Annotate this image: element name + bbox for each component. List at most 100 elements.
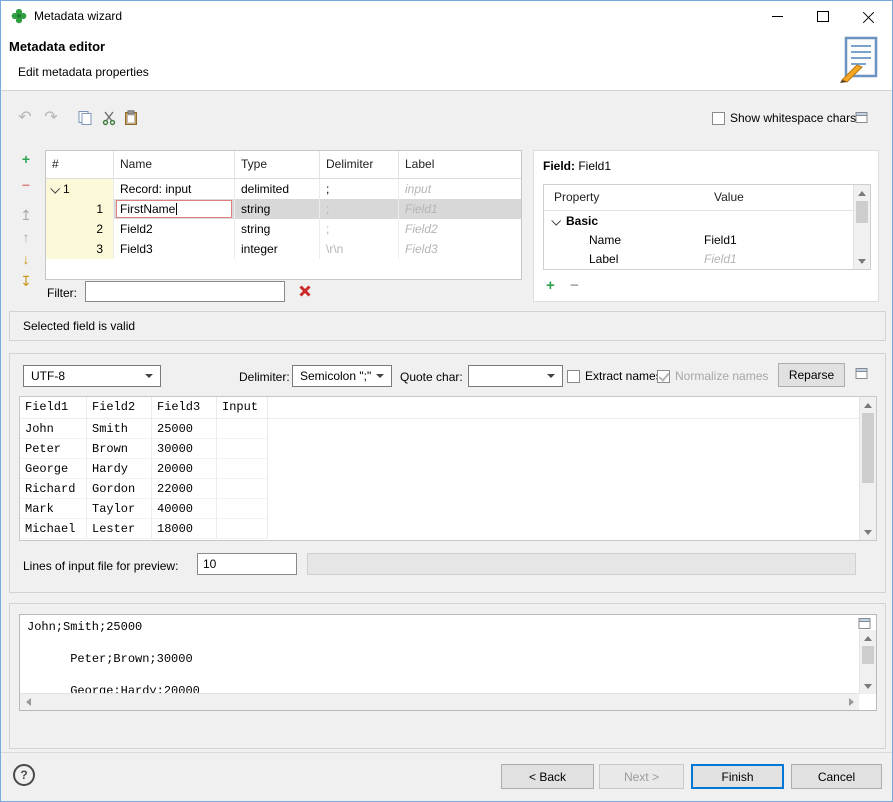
row-num-cell[interactable]: 3: [46, 239, 114, 259]
raw-input-preview[interactable]: John;Smith;25000 Peter;Brown;30000 Georg…: [19, 614, 877, 711]
raw-horizontal-scrollbar[interactable]: [20, 693, 859, 710]
preview-col-header: Input: [217, 397, 268, 418]
scroll-down-icon[interactable]: [860, 678, 876, 694]
scroll-thumb[interactable]: [862, 413, 874, 483]
row-num-cell[interactable]: 2: [46, 219, 114, 239]
scroll-down-icon[interactable]: [854, 253, 870, 269]
col-header-name[interactable]: Name: [114, 151, 235, 178]
charset-select[interactable]: UTF-8: [23, 365, 161, 387]
extract-names-checkbox[interactable]: Extract names: [567, 369, 662, 383]
cancel-button[interactable]: Cancel: [791, 764, 882, 789]
table-row[interactable]: 2 Field2 string ; Field2: [46, 219, 521, 239]
col-header-num[interactable]: #: [46, 151, 114, 178]
basic-expander-icon[interactable]: [551, 215, 562, 226]
remove-property-button[interactable]: −: [570, 277, 579, 294]
scroll-up-icon[interactable]: [854, 185, 870, 201]
lines-preview-input[interactable]: [197, 553, 297, 575]
row-name-cell[interactable]: Field3: [114, 239, 235, 259]
basic-group-row[interactable]: Basic: [544, 211, 870, 231]
minimize-icon: [771, 15, 783, 17]
row-name-cell[interactable]: Field2: [114, 219, 235, 239]
move-down-button[interactable]: ↓: [15, 249, 37, 269]
row-label-cell[interactable]: Field1: [399, 199, 521, 219]
col-header-type[interactable]: Type: [235, 151, 320, 178]
table-row[interactable]: 3 Field3 integer \r\n Field3: [46, 239, 521, 259]
property-row[interactable]: Name Field1: [544, 231, 870, 250]
back-button[interactable]: < Back: [501, 764, 594, 789]
property-value[interactable]: Field1: [704, 231, 737, 250]
record-delimiter-cell[interactable]: ;: [320, 179, 399, 199]
col-header-delimiter[interactable]: Delimiter: [320, 151, 399, 178]
redo-button[interactable]: ↷: [41, 108, 61, 128]
scroll-up-icon[interactable]: [860, 630, 876, 646]
finish-button[interactable]: Finish: [691, 764, 784, 789]
scroll-up-icon[interactable]: [860, 397, 876, 413]
show-whitespace-checkbox[interactable]: Show whitespace chars: [712, 111, 856, 125]
row-label-cell[interactable]: Field3: [399, 239, 521, 259]
copy-button[interactable]: [75, 108, 95, 128]
col-header-label[interactable]: Label: [399, 151, 521, 178]
property-value[interactable]: Field1: [704, 250, 737, 269]
help-button[interactable]: ?: [13, 764, 35, 786]
delimiter-select[interactable]: Semicolon ";": [292, 365, 392, 387]
field-name-editor[interactable]: FirstName: [116, 200, 232, 218]
property-table-scrollbar[interactable]: [853, 185, 870, 269]
record-num-cell[interactable]: 1: [46, 179, 114, 199]
preview-row: Mark Taylor 40000: [20, 499, 876, 519]
scroll-down-icon[interactable]: [860, 524, 876, 540]
scroll-thumb[interactable]: [856, 201, 868, 223]
show-whitespace-box[interactable]: [712, 111, 725, 125]
row-delimiter-cell[interactable]: ;: [320, 199, 399, 219]
scroll-right-icon[interactable]: [843, 694, 859, 710]
next-label: Next >: [623, 769, 659, 784]
preview-scrollbar[interactable]: [859, 397, 876, 540]
property-name: Label: [589, 252, 619, 266]
panel-toggle-icon-top[interactable]: [855, 111, 868, 124]
row-delimiter-cell[interactable]: ;: [320, 219, 399, 239]
move-bottom-button[interactable]: ↧: [15, 271, 37, 291]
quote-char-select[interactable]: [468, 365, 563, 387]
clear-filter-icon[interactable]: [298, 284, 312, 298]
maximize-icon: [817, 10, 829, 22]
undo-button[interactable]: ↶: [15, 108, 35, 128]
reparse-button[interactable]: Reparse: [778, 363, 845, 387]
remove-field-button[interactable]: −: [15, 175, 37, 195]
record-label-cell[interactable]: input: [399, 179, 521, 199]
row-type-cell[interactable]: string: [235, 219, 320, 239]
row-type-cell[interactable]: integer: [235, 239, 320, 259]
scroll-thumb[interactable]: [862, 646, 874, 664]
add-property-button[interactable]: +: [546, 277, 555, 294]
raw-vertical-scrollbar[interactable]: [859, 630, 876, 694]
panel-toggle-icon-middle[interactable]: [855, 367, 868, 380]
chevron-down-icon: [547, 374, 555, 378]
paste-button[interactable]: [121, 108, 141, 128]
undo-icon: ↶: [18, 109, 32, 126]
metadata-wizard-window: Metadata wizard Metadata editor Edit met…: [0, 0, 893, 802]
move-top-icon: ↥: [20, 206, 32, 223]
row-delimiter-cell[interactable]: \r\n: [320, 239, 399, 259]
row-name-cell[interactable]: FirstName: [114, 199, 235, 219]
property-row[interactable]: Label Field1: [544, 250, 870, 269]
row-label-cell[interactable]: Field2: [399, 219, 521, 239]
filter-input[interactable]: [85, 281, 285, 302]
scroll-left-icon[interactable]: [20, 694, 36, 710]
panel-toggle-icon-bottom[interactable]: [858, 617, 871, 630]
maximize-button[interactable]: [800, 1, 846, 31]
titlebar: Metadata wizard: [1, 1, 892, 31]
record-type-cell[interactable]: delimited: [235, 179, 320, 199]
minimize-button[interactable]: [754, 1, 800, 31]
record-name-cell[interactable]: Record: input: [114, 179, 235, 199]
extract-names-box[interactable]: [567, 369, 580, 383]
record-expander-icon[interactable]: [50, 183, 61, 194]
add-field-button[interactable]: +: [15, 149, 37, 169]
normalize-names-box: [657, 369, 670, 383]
row-num-cell[interactable]: 1: [46, 199, 114, 219]
row-type-cell[interactable]: string: [235, 199, 320, 219]
table-row[interactable]: 1 FirstName string ; Field1: [46, 199, 521, 219]
preview-cell: 25000: [152, 419, 217, 439]
close-button[interactable]: [846, 1, 892, 31]
record-row[interactable]: 1 Record: input delimited ; input: [46, 179, 521, 199]
move-up-button[interactable]: ↑: [15, 227, 37, 247]
cut-button[interactable]: [99, 108, 119, 128]
move-top-button[interactable]: ↥: [15, 205, 37, 225]
